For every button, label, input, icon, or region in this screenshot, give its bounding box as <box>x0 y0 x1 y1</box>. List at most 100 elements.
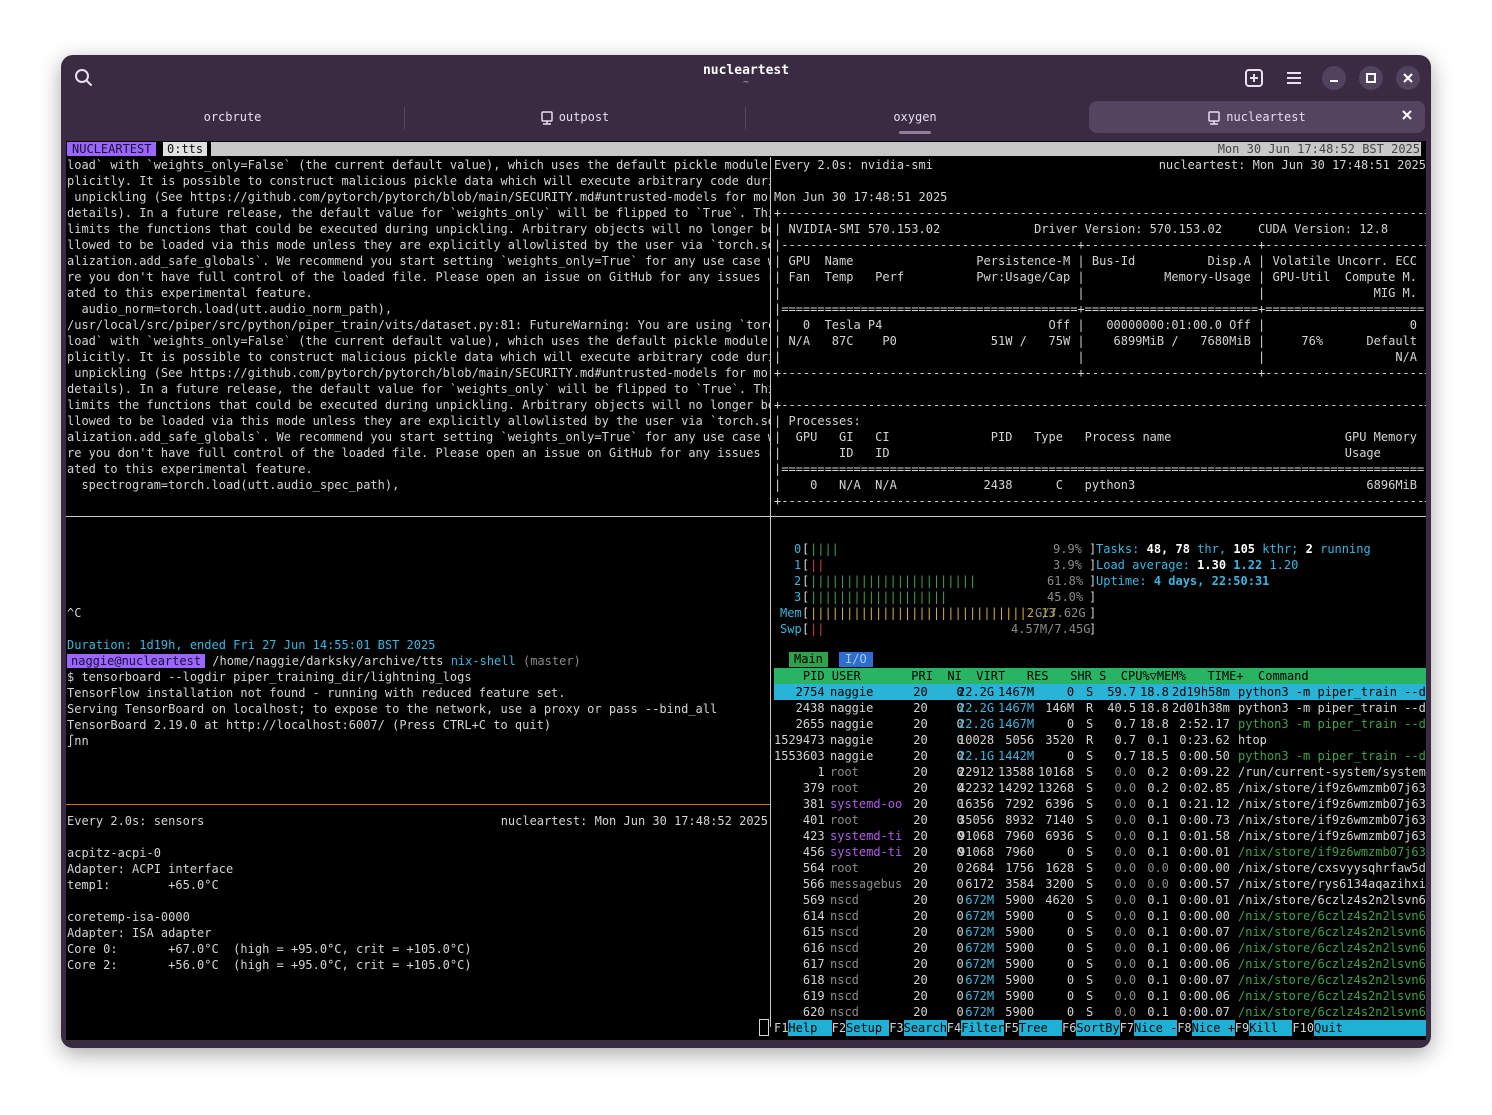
process-row[interactable]: 1529473 naggie 20 0 10028 5056 3520 R 0.7 0… <box>774 732 1426 748</box>
process-res: 1467M <box>998 717 1035 731</box>
htop-column-header[interactable]: PID USER PRI NI VIRT RES SHR S CPU%▽MEM%… <box>774 668 1309 684</box>
process-state: S <box>1086 813 1094 827</box>
process-pri: 20 <box>906 701 928 715</box>
process-row[interactable]: 619 nscd 20 0 672M 5900 0S 0.0 0.1 0:00.0… <box>774 988 1426 1004</box>
process-row[interactable]: 1553603 naggie 20 0 22.1G 1442M 0S 0.7 18.5 … <box>774 748 1426 764</box>
fkey-kill-button[interactable]: Kill <box>1249 1020 1278 1036</box>
terminal-area[interactable]: NUCLEARTEST 0:tts Mon 30 Jun 17:48:52 BS… <box>66 141 1426 1040</box>
process-row[interactable]: 2438 naggie 20 0 22.2G 1467M 146M R 40.5 18.8… <box>774 700 1426 716</box>
menu-button[interactable] <box>1281 65 1307 91</box>
nvidia-line: |=======================================… <box>774 462 1426 476</box>
process-row[interactable]: 616 nscd 20 0 672M 5900 0S 0.0 0.1 0:00.0… <box>774 940 1426 956</box>
process-user: root <box>830 813 903 827</box>
process-cpu: 0.0 <box>1100 925 1137 939</box>
fkey-number: F9 <box>1234 1020 1250 1036</box>
fkey-tree-button[interactable]: Tree <box>1019 1020 1048 1036</box>
tab-activity-indicator <box>899 131 931 134</box>
fkey-sortby-button[interactable]: SortBy <box>1076 1020 1119 1036</box>
process-time: 0:01.58 <box>1172 829 1230 843</box>
process-pri: 20 <box>906 685 928 699</box>
process-mem: 0.0 <box>1140 877 1169 891</box>
process-row[interactable]: 379 root 20 0 42232 14292 13268 S 0.0 0.2 0:0… <box>774 780 1426 796</box>
fkey-nice--button[interactable]: Nice - <box>1134 1020 1177 1036</box>
process-user: naggie <box>830 733 903 747</box>
process-row[interactable]: 423 systemd-ti 20 0 91068 7960 6936 S 0.0 0… <box>774 828 1426 844</box>
title-bar: nucleartest ~ <box>61 55 1431 101</box>
shell-pane[interactable]: ^C Duration: 1d19h, ended Fri 27 Jun 14:… <box>67 517 770 804</box>
nvidia-line: | | | MIG M. | <box>774 286 1426 300</box>
process-time: 0:21.12 <box>1172 797 1230 811</box>
process-mem: 18.8 <box>1140 717 1169 731</box>
cpu-meter-bracket: [ <box>802 574 810 588</box>
process-row[interactable]: 401 root 20 0 35056 8932 7140 S 0.0 0.1 0:0… <box>774 812 1426 828</box>
tmux-window-name[interactable]: 0:tts <box>163 142 208 156</box>
process-pid: 619 <box>774 989 825 1003</box>
process-mem: 0.0 <box>1140 861 1169 875</box>
process-shr: 6396 <box>1038 797 1075 811</box>
sensors-pane[interactable]: Every 2.0s: sensors nucleartest: Mon Jun… <box>67 805 770 1027</box>
process-user: nscd <box>830 925 903 939</box>
fkey-quit-button[interactable]: Quit <box>1314 1020 1343 1036</box>
close-tab-button[interactable] <box>1397 101 1417 133</box>
process-pid: 564 <box>774 861 825 875</box>
process-virt: 22.2G <box>958 717 995 731</box>
cpu-meter-label: 3 <box>794 590 802 604</box>
process-command: /nix/store/6czlz4s2n2lsvn6 <box>1238 941 1426 955</box>
maximize-button[interactable] <box>1359 66 1383 90</box>
process-mem: 18.8 <box>1140 701 1169 715</box>
process-cpu: 0.0 <box>1100 1005 1137 1019</box>
tab-orcbrute[interactable]: orcbrute <box>61 101 404 133</box>
process-row[interactable]: 614 nscd 20 0 672M 5900 0S 0.0 0.1 0:00.0… <box>774 908 1426 924</box>
htop-process-list[interactable]: 2754 naggie 20 0 22.2G 1467M 0S 59.7 18.8 2d1… <box>774 684 1426 1020</box>
process-user: naggie <box>830 717 903 731</box>
fkey-search-button[interactable]: Search <box>904 1020 947 1036</box>
process-state: S <box>1086 877 1094 891</box>
process-row[interactable]: 381 systemd-oo 20 0 16356 7292 6396 S 0.0 0… <box>774 796 1426 812</box>
minimize-button[interactable] <box>1322 66 1346 90</box>
shell-output-line: ∫nn <box>67 734 89 748</box>
fkey-nice--button[interactable]: Nice + <box>1192 1020 1235 1036</box>
process-pid: 616 <box>774 941 825 955</box>
tab-oxygen[interactable]: oxygen <box>746 101 1084 133</box>
nvidia-line: |---------------------------------------… <box>774 238 1426 252</box>
minimize-icon <box>1330 80 1338 82</box>
nvidia-line: |=======================================… <box>774 302 1426 316</box>
process-mem: 0.1 <box>1140 973 1169 987</box>
fkey-setup-button[interactable]: Setup <box>846 1020 882 1036</box>
htop-tab-io[interactable]: I/O <box>839 652 873 667</box>
htop-tab-main[interactable]: Main <box>789 652 828 667</box>
process-row[interactable]: 615 nscd 20 0 672M 5900 0S 0.0 0.1 0:00.0… <box>774 924 1426 940</box>
process-row[interactable]: 1 root 20 0 22912 13588 10168 S 0.0 0.2 0:09.… <box>774 764 1426 780</box>
cpu-meter-bracket: [ <box>802 590 810 604</box>
process-row[interactable]: 569 nscd 20 0 672M 5900 4620 S 0.0 0.1 0:0… <box>774 892 1426 908</box>
process-row[interactable]: 566 messagebus 20 0 6172 3584 3200 S 0.0 0… <box>774 876 1426 892</box>
process-pid: 2438 <box>774 701 825 715</box>
process-row[interactable]: 617 nscd 20 0 672M 5900 0S 0.0 0.1 0:00.0… <box>774 956 1426 972</box>
fkey-filter-button[interactable]: Filter <box>961 1020 1004 1036</box>
close-window-button[interactable] <box>1396 66 1420 90</box>
process-time: 0:00.06 <box>1172 941 1230 955</box>
process-row[interactable]: 564 root 20 0 2684 1756 1628 S 0.0 0.0 0:0… <box>774 860 1426 876</box>
nvidia-line: | GPU Name Persistence-M | Bus-Id Disp.A… <box>774 254 1426 268</box>
log-line: ated to this experimental feature. <box>67 286 313 300</box>
process-row[interactable]: 618 nscd 20 0 672M 5900 0S 0.0 0.1 0:00.0… <box>774 972 1426 988</box>
tab-nucleartest[interactable]: nucleartest <box>1089 101 1425 133</box>
htop-meters[interactable]: 0 [ |||| 9.9% ] 1 [ || 3.9% ] 2 [ ||||||… <box>774 517 1426 652</box>
process-row[interactable]: 2754 naggie 20 0 22.2G 1467M 0S 59.7 18.8 2d1… <box>774 684 1426 700</box>
process-shr: 0 <box>1038 749 1075 763</box>
process-mem: 0.1 <box>1140 829 1169 843</box>
process-cpu: 40.5 <box>1100 701 1137 715</box>
fkey-help-button[interactable]: Help <box>788 1020 817 1036</box>
new-tab-button[interactable] <box>1241 65 1267 91</box>
process-time: 0:00.07 <box>1172 973 1230 987</box>
nvidia-smi-pane[interactable]: Every 2.0s: nvidia-smi nucleartest: Mon … <box>774 157 1426 516</box>
process-row[interactable]: 456 systemd-ti 20 0 91068 7960 0S 0.0 0.1 … <box>774 844 1426 860</box>
log-pane[interactable]: load` with `weights_only=False` (the cur… <box>67 157 770 516</box>
process-user: systemd-ti <box>830 845 903 859</box>
process-row[interactable]: 2655 naggie 20 0 22.2G 1467M 0S 0.7 18.8 2:5… <box>774 716 1426 732</box>
process-row[interactable]: 620 nscd 20 0 672M 5900 0S 0.0 0.1 0:00.0… <box>774 1004 1426 1020</box>
tab-outpost[interactable]: outpost <box>405 101 745 133</box>
log-line: details). In a future release, the defau… <box>67 206 770 220</box>
cpu-meter-bars: ||||||||||||||||||||||| <box>810 574 977 588</box>
terminal-window: nucleartest ~ orcbrute outpost oxygen nu… <box>61 55 1431 1048</box>
